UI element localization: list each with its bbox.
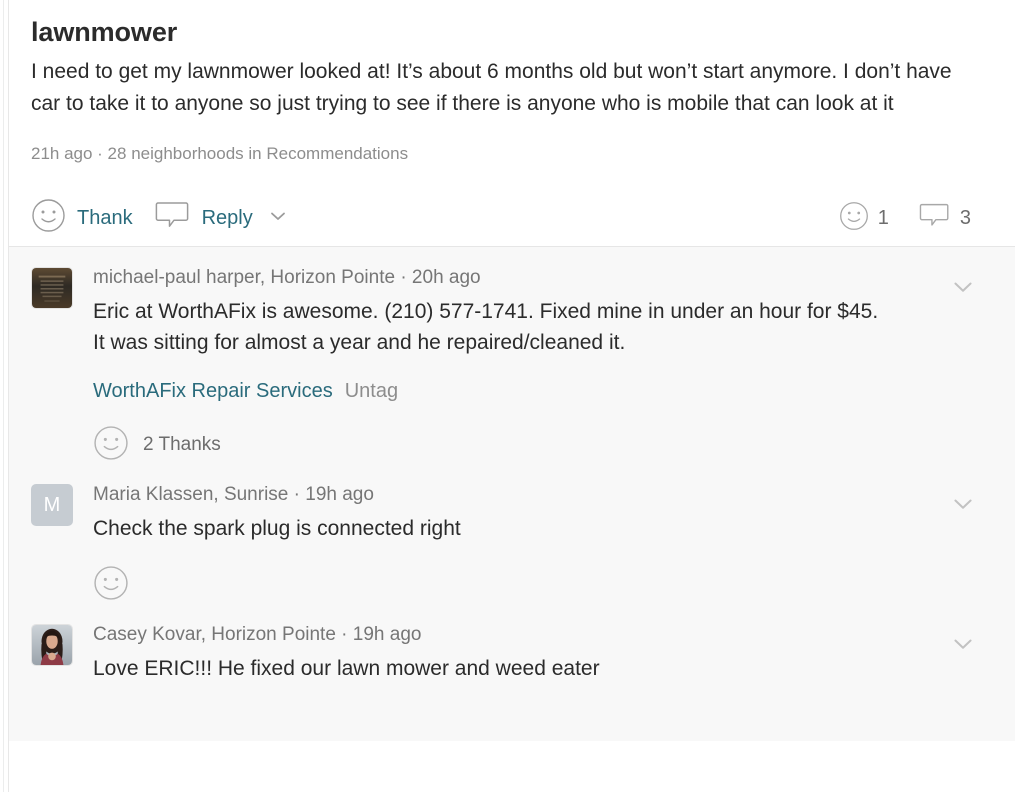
- comment-item: M Maria Klassen, Sunrise · 19h ago Check…: [9, 464, 1015, 604]
- chevron-down-icon[interactable]: [949, 630, 977, 663]
- thank-label: Thank: [77, 206, 133, 229]
- comments-list: michael-paul harper, Horizon Pointe · 20…: [9, 247, 1015, 741]
- comment-author-line: Casey Kovar, Horizon Pointe · 19h ago: [93, 624, 422, 645]
- comment-body-text: Eric at WorthAFix is awesome. (210) 577-…: [93, 300, 879, 354]
- page-title: lawnmower: [31, 17, 178, 47]
- comment-item: michael-paul harper, Horizon Pointe · 20…: [9, 247, 1015, 464]
- comment-author-line: Maria Klassen, Sunrise · 19h ago: [93, 484, 374, 505]
- rail-divider-line: [3, 0, 4, 792]
- chevron-down-icon[interactable]: [949, 273, 977, 306]
- post-action-bar: Thank Reply 1 3: [31, 190, 993, 246]
- comment-count-value: 3: [959, 206, 971, 229]
- avatar[interactable]: M: [31, 484, 73, 526]
- thank-button[interactable]: Thank: [31, 198, 133, 238]
- main-post: lawnmower I need to get my lawnmower loo…: [9, 0, 1015, 246]
- smiley-icon: [31, 198, 66, 238]
- page-content: lawnmower I need to get my lawnmower loo…: [9, 0, 1015, 792]
- chevron-down-icon[interactable]: [266, 204, 290, 233]
- thanks-count-label[interactable]: 2 Thanks: [143, 434, 221, 456]
- speech-bubble-icon: [919, 202, 951, 235]
- comment-author-line: michael-paul harper, Horizon Pointe · 20…: [93, 267, 481, 288]
- comment-tags: WorthAFix Repair Services Untag: [93, 378, 993, 404]
- comment-actions: [93, 565, 993, 606]
- post-detail-page: lawnmower I need to get my lawnmower loo…: [0, 0, 1015, 792]
- avatar-photo: [32, 625, 72, 665]
- smiley-icon[interactable]: [93, 565, 129, 606]
- post-metadata: 21h ago · 28 neighborhoods in Recommenda…: [31, 144, 409, 163]
- post-counts: 1 3: [839, 201, 993, 236]
- reply-button[interactable]: Reply: [155, 200, 290, 237]
- untag-button[interactable]: Untag: [345, 380, 398, 402]
- smiley-icon: [839, 201, 869, 236]
- comment-body-text: Love ERIC!!! He fixed our lawn mower and…: [93, 657, 600, 680]
- comment-count[interactable]: 3: [919, 202, 971, 235]
- reply-label: Reply: [201, 206, 253, 229]
- business-tag-link[interactable]: WorthAFix Repair Services: [93, 380, 333, 402]
- avatar-initial: M: [43, 493, 61, 516]
- reaction-count[interactable]: 1: [839, 201, 889, 236]
- avatar-photo: [32, 268, 72, 308]
- left-rail: [0, 0, 9, 792]
- comment-body-text: Check the spark plug is connected right: [93, 517, 461, 540]
- post-actions-left: Thank Reply: [31, 198, 290, 238]
- avatar[interactable]: [31, 267, 73, 309]
- reaction-count-value: 1: [877, 206, 889, 229]
- comment-actions: 2 Thanks: [93, 425, 993, 466]
- speech-bubble-icon: [155, 200, 191, 237]
- post-body-text: I need to get my lawnmower looked at! It…: [31, 60, 952, 115]
- comment-item: Casey Kovar, Horizon Pointe · 19h ago Lo…: [9, 604, 1015, 684]
- avatar[interactable]: [31, 624, 73, 666]
- chevron-down-icon[interactable]: [949, 490, 977, 523]
- smiley-icon[interactable]: [93, 425, 129, 466]
